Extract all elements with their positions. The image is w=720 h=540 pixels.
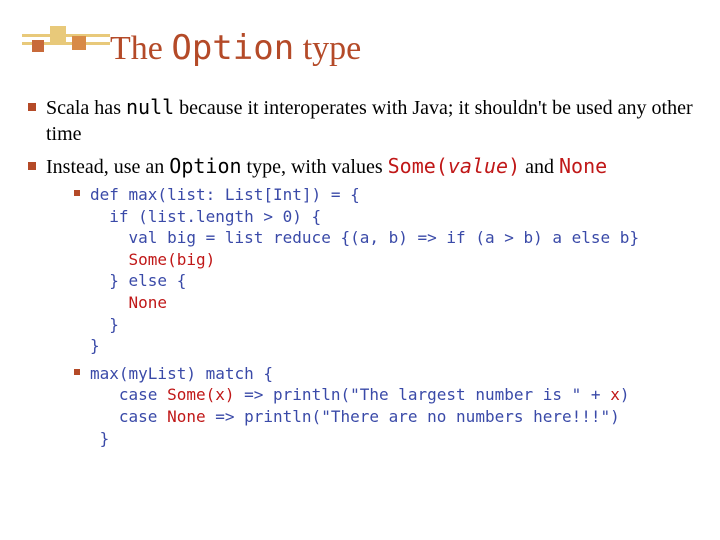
- code-line: None: [90, 292, 698, 314]
- code-line: val big = list reduce {(a, b) => if (a >…: [90, 227, 698, 249]
- text-run: } else {: [90, 271, 186, 290]
- text-run: type, with values: [242, 156, 388, 178]
- text-run: ): [508, 154, 520, 178]
- code-block: max(myList) match { case Some(x) => prin…: [90, 363, 698, 449]
- text-run: x: [610, 385, 620, 404]
- text-run: Instead, use an: [46, 156, 169, 178]
- text-run: None: [167, 407, 206, 426]
- text-run: def max(list: List[Int]) = {: [90, 185, 360, 204]
- code-line: }: [90, 428, 698, 450]
- text-run: Option: [169, 154, 241, 178]
- text-run: => println("There are no numbers here!!!…: [206, 407, 620, 426]
- title-code: Option: [171, 28, 294, 68]
- text-run: => println("The largest number is " +: [235, 385, 611, 404]
- bullet-item: Scala has null because it interoperates …: [22, 94, 698, 147]
- text-run: Scala has: [46, 97, 126, 119]
- text-run: [90, 250, 129, 269]
- slide-title: The Option type: [110, 28, 361, 68]
- text-run: val big = list reduce {(a, b) => if (a >…: [90, 228, 639, 247]
- code-line: max(myList) match {: [90, 363, 698, 385]
- code-line: } else {: [90, 270, 698, 292]
- text-run: ): [620, 385, 630, 404]
- text-run: }: [90, 336, 100, 355]
- code-line: case Some(x) => println("The largest num…: [90, 384, 698, 406]
- text-run: }: [90, 315, 119, 334]
- title-decoration: [22, 26, 110, 56]
- sub-list: def max(list: List[Int]) = { if (list.le…: [70, 184, 698, 449]
- code-block-item: max(myList) match { case Some(x) => prin…: [70, 363, 698, 449]
- slide-body: Scala has null because it interoperates …: [22, 94, 698, 455]
- text-run: None: [559, 154, 607, 178]
- text-run: null: [126, 95, 174, 119]
- code-block-item: def max(list: List[Int]) = { if (list.le…: [70, 184, 698, 357]
- code-line: case None => println("There are no numbe…: [90, 406, 698, 428]
- text-run: }: [90, 429, 109, 448]
- text-run: Some(: [388, 154, 448, 178]
- text-run: case: [90, 385, 167, 404]
- text-run: None: [129, 293, 168, 312]
- code-line: }: [90, 335, 698, 357]
- text-run: [90, 293, 129, 312]
- code-line: }: [90, 314, 698, 336]
- text-run: if (list.length > 0) {: [90, 207, 321, 226]
- text-run: Some(x): [167, 385, 234, 404]
- text-run: max(myList) match {: [90, 364, 273, 383]
- title-pre: The: [110, 30, 171, 67]
- text-run: value: [448, 154, 508, 178]
- bullet-item: Instead, use an Option type, with values…: [22, 153, 698, 449]
- code-line: Some(big): [90, 249, 698, 271]
- title-post: type: [294, 30, 361, 67]
- text-run: and: [520, 156, 559, 178]
- text-run: Some(big): [129, 250, 216, 269]
- text-run: case: [90, 407, 167, 426]
- code-block: def max(list: List[Int]) = { if (list.le…: [90, 184, 698, 357]
- code-line: if (list.length > 0) {: [90, 206, 698, 228]
- code-line: def max(list: List[Int]) = {: [90, 184, 698, 206]
